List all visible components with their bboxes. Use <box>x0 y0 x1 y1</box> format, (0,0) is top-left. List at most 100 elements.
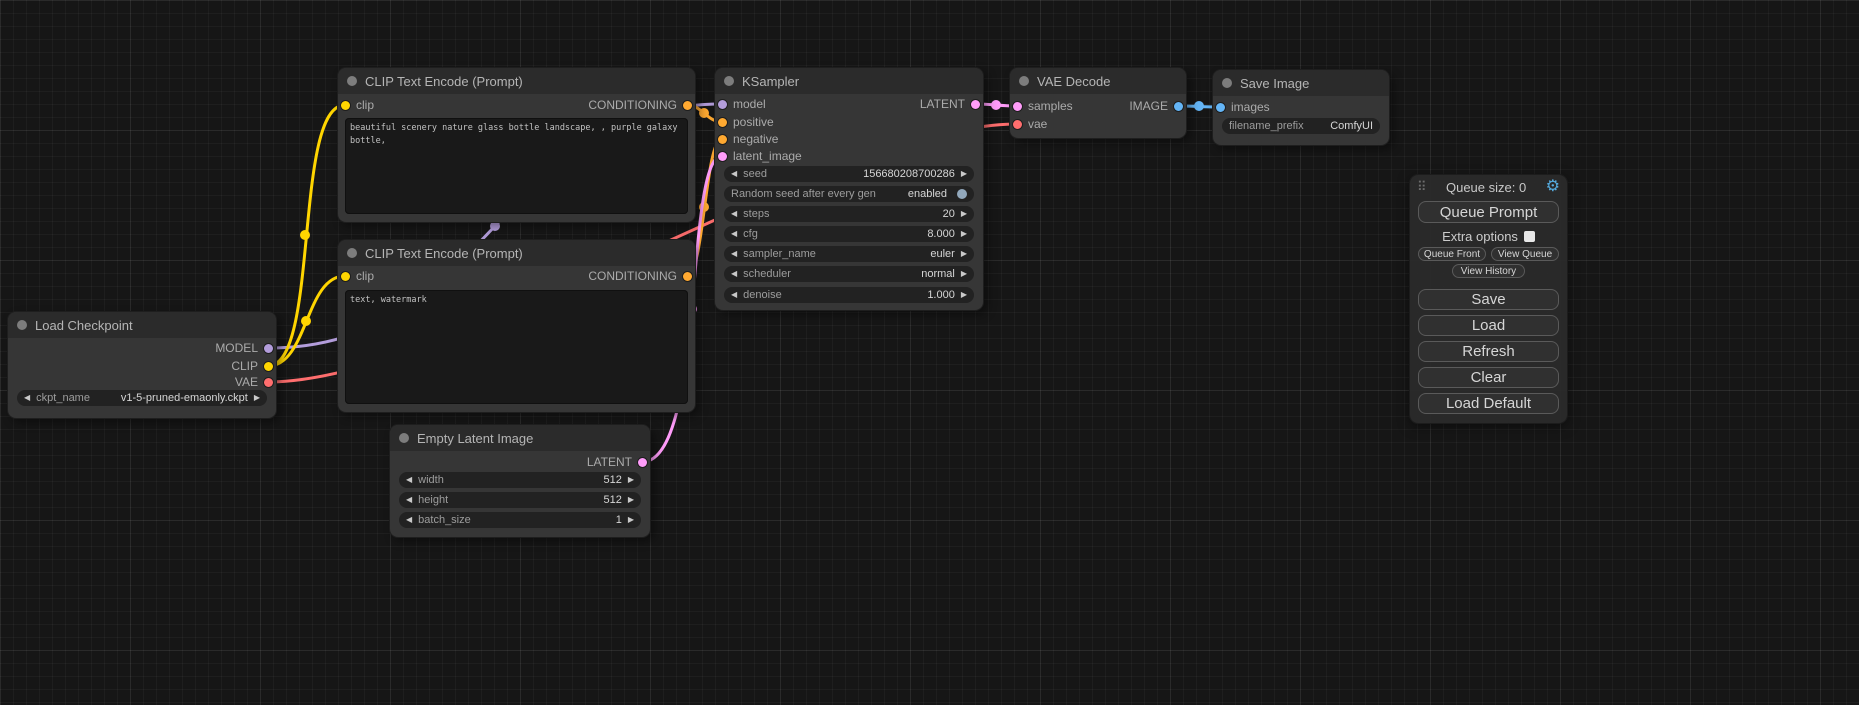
decrement-arrow-icon[interactable]: ◀ <box>731 291 737 299</box>
widget-scheduler[interactable]: ◀ scheduler normal ▶ <box>724 266 974 282</box>
increment-arrow-icon[interactable]: ▶ <box>961 291 967 299</box>
queue-prompt-button[interactable]: Queue Prompt <box>1418 201 1559 223</box>
decrement-arrow-icon[interactable]: ◀ <box>731 270 737 278</box>
output-port-conditioning[interactable]: CONDITIONING <box>588 97 692 113</box>
input-port-model[interactable]: model <box>718 96 766 112</box>
node-title-bar[interactable]: KSampler <box>715 68 983 94</box>
node-ksampler[interactable]: KSampler model positive negative latent_… <box>715 68 983 310</box>
collapse-dot-icon[interactable] <box>724 76 734 86</box>
conditioning-port-icon[interactable] <box>683 272 692 281</box>
input-port-negative[interactable]: negative <box>718 131 778 147</box>
vae-port-icon[interactable] <box>264 378 273 387</box>
drag-handle-icon[interactable]: ⠿ <box>1417 179 1427 195</box>
increment-arrow-icon[interactable]: ▶ <box>961 170 967 178</box>
widget-cfg[interactable]: ◀ cfg 8.000 ▶ <box>724 226 974 242</box>
increment-arrow-icon[interactable]: ▶ <box>628 476 634 484</box>
widget-sampler-name[interactable]: ◀ sampler_name euler ▶ <box>724 246 974 262</box>
decrement-arrow-icon[interactable]: ◀ <box>731 170 737 178</box>
load-default-button[interactable]: Load Default <box>1418 393 1559 414</box>
widget-seed[interactable]: ◀ seed 156680208700286 ▶ <box>724 166 974 182</box>
toggle-icon[interactable] <box>957 189 967 199</box>
output-port-clip[interactable]: CLIP <box>231 358 273 374</box>
node-save-image[interactable]: Save Image images filename_prefix ComfyU… <box>1213 70 1389 145</box>
collapse-dot-icon[interactable] <box>1222 78 1232 88</box>
prompt-text-area[interactable]: beautiful scenery nature glass bottle la… <box>345 118 688 214</box>
widget-height[interactable]: ◀ height 512 ▶ <box>399 492 641 508</box>
widget-batch-size[interactable]: ◀ batch_size 1 ▶ <box>399 512 641 528</box>
widget-ckpt-name[interactable]: ◀ ckpt_name v1-5-pruned-emaonly.ckpt ▶ <box>17 390 267 406</box>
collapse-dot-icon[interactable] <box>1019 76 1029 86</box>
input-port-samples[interactable]: samples <box>1013 98 1073 114</box>
latent-port-icon[interactable] <box>638 458 647 467</box>
node-title-bar[interactable]: VAE Decode <box>1010 68 1186 94</box>
collapse-dot-icon[interactable] <box>347 76 357 86</box>
output-port-latent[interactable]: LATENT <box>587 454 647 470</box>
clear-button[interactable]: Clear <box>1418 367 1559 388</box>
decrement-arrow-icon[interactable]: ◀ <box>731 230 737 238</box>
queue-front-button[interactable]: Queue Front <box>1418 247 1486 261</box>
node-load-checkpoint[interactable]: Load Checkpoint MODEL CLIP VAE ◀ ckpt_na… <box>8 312 276 418</box>
node-vae-decode[interactable]: VAE Decode samples vae IMAGE <box>1010 68 1186 138</box>
vae-port-icon[interactable] <box>1013 120 1022 129</box>
queue-menu-panel[interactable]: ⠿ Queue size: 0 ⚙ Queue Prompt Extra opt… <box>1410 175 1567 423</box>
increment-arrow-icon[interactable]: ▶ <box>961 270 967 278</box>
widget-steps[interactable]: ◀ steps 20 ▶ <box>724 206 974 222</box>
model-port-icon[interactable] <box>718 100 727 109</box>
conditioning-port-icon[interactable] <box>718 135 727 144</box>
input-port-clip[interactable]: clip <box>341 268 374 284</box>
output-port-model[interactable]: MODEL <box>215 340 273 356</box>
output-port-latent[interactable]: LATENT <box>920 96 980 112</box>
conditioning-port-icon[interactable] <box>718 118 727 127</box>
clip-port-icon[interactable] <box>264 362 273 371</box>
node-graph-canvas[interactable]: Load Checkpoint MODEL CLIP VAE ◀ ckpt_na… <box>0 0 1859 705</box>
image-port-icon[interactable] <box>1174 102 1183 111</box>
node-title-bar[interactable]: Load Checkpoint <box>8 312 276 338</box>
input-port-latent-image[interactable]: latent_image <box>718 148 802 164</box>
widget-denoise[interactable]: ◀ denoise 1.000 ▶ <box>724 287 974 303</box>
increment-arrow-icon[interactable]: ▶ <box>628 496 634 504</box>
increment-arrow-icon[interactable]: ▶ <box>961 250 967 258</box>
increment-arrow-icon[interactable]: ▶ <box>961 210 967 218</box>
refresh-button[interactable]: Refresh <box>1418 341 1559 362</box>
increment-arrow-icon[interactable]: ▶ <box>254 394 260 402</box>
collapse-dot-icon[interactable] <box>17 320 27 330</box>
prompt-text-area[interactable]: text, watermark <box>345 290 688 404</box>
increment-arrow-icon[interactable]: ▶ <box>628 516 634 524</box>
node-clip-text-encode-negative[interactable]: CLIP Text Encode (Prompt) clip CONDITION… <box>338 240 695 412</box>
decrement-arrow-icon[interactable]: ◀ <box>406 476 412 484</box>
conditioning-port-icon[interactable] <box>683 101 692 110</box>
view-history-button[interactable]: View History <box>1452 264 1525 278</box>
input-port-clip[interactable]: clip <box>341 97 374 113</box>
load-button[interactable]: Load <box>1418 315 1559 336</box>
input-port-images[interactable]: images <box>1216 99 1270 115</box>
extra-options-checkbox[interactable] <box>1524 231 1535 242</box>
output-port-image[interactable]: IMAGE <box>1129 98 1183 114</box>
model-port-icon[interactable] <box>264 344 273 353</box>
latent-port-icon[interactable] <box>718 152 727 161</box>
node-empty-latent-image[interactable]: Empty Latent Image LATENT ◀ width 512 ▶ … <box>390 425 650 537</box>
node-title-bar[interactable]: Save Image <box>1213 70 1389 96</box>
collapse-dot-icon[interactable] <box>347 248 357 258</box>
decrement-arrow-icon[interactable]: ◀ <box>731 250 737 258</box>
collapse-dot-icon[interactable] <box>399 433 409 443</box>
node-title-bar[interactable]: CLIP Text Encode (Prompt) <box>338 240 695 266</box>
save-button[interactable]: Save <box>1418 289 1559 310</box>
node-title-bar[interactable]: Empty Latent Image <box>390 425 650 451</box>
output-port-vae[interactable]: VAE <box>235 374 273 390</box>
input-port-positive[interactable]: positive <box>718 114 774 130</box>
widget-filename-prefix[interactable]: filename_prefix ComfyUI <box>1222 118 1380 134</box>
clip-port-icon[interactable] <box>341 101 350 110</box>
widget-width[interactable]: ◀ width 512 ▶ <box>399 472 641 488</box>
node-clip-text-encode-positive[interactable]: CLIP Text Encode (Prompt) clip CONDITION… <box>338 68 695 222</box>
widget-random-seed-toggle[interactable]: Random seed after every gen enabled <box>724 186 974 202</box>
node-title-bar[interactable]: CLIP Text Encode (Prompt) <box>338 68 695 94</box>
decrement-arrow-icon[interactable]: ◀ <box>406 516 412 524</box>
settings-gear-icon[interactable]: ⚙ <box>1546 179 1560 195</box>
latent-port-icon[interactable] <box>971 100 980 109</box>
increment-arrow-icon[interactable]: ▶ <box>961 230 967 238</box>
clip-port-icon[interactable] <box>341 272 350 281</box>
view-queue-button[interactable]: View Queue <box>1491 247 1559 261</box>
decrement-arrow-icon[interactable]: ◀ <box>24 394 30 402</box>
output-port-conditioning[interactable]: CONDITIONING <box>588 268 692 284</box>
latent-port-icon[interactable] <box>1013 102 1022 111</box>
